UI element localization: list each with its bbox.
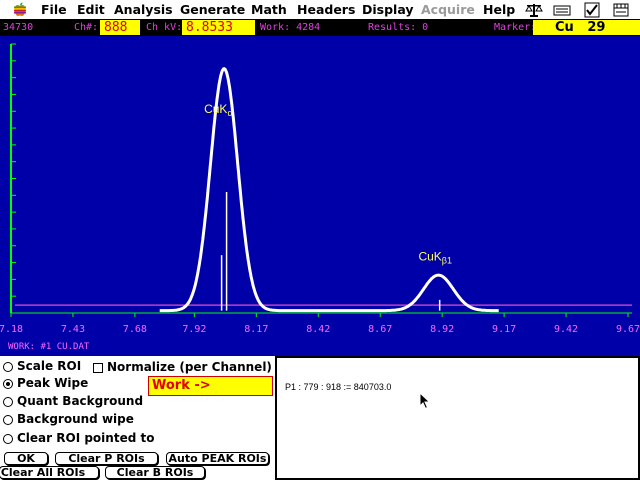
radio-label: Clear ROI pointed to	[17, 431, 155, 445]
results-panel[interactable]: P1 : 779 : 918 := 840703.0	[276, 357, 639, 479]
x-tick-label: 7.68	[123, 324, 147, 335]
clear-p-rois-button[interactable]: Clear P ROIs	[55, 452, 158, 465]
radio-circle[interactable]	[3, 434, 13, 444]
x-tick-label: 9.67	[616, 324, 640, 335]
peak-label: CuKα	[204, 102, 233, 118]
radio-label: Peak Wipe	[17, 376, 89, 390]
radio-peak-wipe[interactable]: Peak Wipe	[3, 376, 88, 390]
channel-value: 888	[100, 20, 140, 35]
x-tick-label: 7.43	[61, 324, 85, 335]
spectrum-chart[interactable]: 7.18 7.43 7.68 7.92 8.17 8.42 8.67 8.92 9.17 9.42…	[0, 36, 640, 356]
menu-math[interactable]: Math	[251, 2, 287, 18]
x-tick-label: 8.92	[430, 324, 454, 335]
x-tick-label: 9.42	[554, 324, 578, 335]
results-readout: Results: 0	[368, 22, 429, 33]
apple-icon[interactable]	[11, 1, 29, 19]
x-tick-label: 7.92	[182, 324, 206, 335]
menu-display[interactable]: Display	[362, 2, 414, 18]
normalize-checkbox[interactable]: Normalize (per Channel)	[93, 360, 272, 374]
keyboard-icon[interactable]	[553, 2, 571, 18]
clear-all-rois-button[interactable]: Clear All ROIs	[0, 466, 99, 479]
peak-label: CuKβ1	[418, 249, 452, 265]
clear-b-rois-button[interactable]: Clear B ROIs	[105, 466, 205, 479]
mouse-pointer-icon	[419, 392, 431, 410]
radio-clear-roi[interactable]: Clear ROI pointed to	[3, 431, 154, 445]
radio-circle[interactable]	[3, 362, 13, 372]
roi-controls: Scale ROI Peak Wipe Quant Background Bac…	[0, 356, 275, 480]
checkbox-icon[interactable]	[583, 2, 601, 18]
x-tick-label: 9.17	[492, 324, 516, 335]
kv-value: 8.8533	[182, 20, 255, 35]
work-target-field[interactable]: Work ->	[148, 376, 273, 396]
channel-label: Ch#:	[74, 22, 99, 33]
radio-scale-roi[interactable]: Scale ROI	[3, 359, 81, 373]
radio-label: Background wipe	[17, 412, 134, 426]
radio-circle-selected[interactable]	[3, 379, 13, 389]
menu-acquire: Acquire	[421, 2, 475, 17]
ok-button[interactable]: OK	[4, 452, 48, 465]
marker-element: Cu	[555, 20, 574, 35]
checkbox-box[interactable]	[93, 363, 103, 373]
radio-circle[interactable]	[3, 397, 13, 407]
menu-bar: File Edit Analysis Generate Math Headers…	[0, 0, 640, 20]
radio-label: Quant Background	[17, 394, 144, 408]
file-label: WORK: #1 CU.DAT	[8, 342, 90, 352]
menu-analysis[interactable]: Analysis	[114, 2, 173, 18]
checkbox-label: Normalize (per Channel)	[107, 360, 272, 374]
marker-number: 29	[587, 20, 606, 35]
spectrum-plot[interactable]: 7.18 7.43 7.68 7.92 8.17 8.42 8.67 8.92 9.17 9.42…	[0, 36, 640, 356]
kv-label: Ch kV:	[146, 22, 183, 33]
x-tick-label: 7.18	[0, 324, 23, 335]
radio-quant-background[interactable]: Quant Background	[3, 394, 143, 408]
status-bar: 34730 Ch#: 888 Ch kV: 8.8533 Work: 4284 …	[0, 20, 640, 36]
radio-label: Scale ROI	[17, 359, 82, 373]
radio-circle[interactable]	[3, 415, 13, 425]
menu-help[interactable]: Help	[483, 2, 515, 18]
marker-label: Marker:	[494, 22, 537, 33]
balance-icon[interactable]	[525, 2, 543, 18]
result-line: P1 : 779 : 918 := 840703.0	[285, 382, 392, 392]
menu-file[interactable]: File	[41, 2, 67, 18]
work-readout: Work: 4284	[260, 22, 321, 33]
menu-edit[interactable]: Edit	[77, 2, 105, 18]
menu-generate[interactable]: Generate	[180, 2, 245, 18]
menu-headers[interactable]: Headers	[297, 2, 355, 18]
x-tick-label: 8.17	[244, 324, 268, 335]
x-tick-label: 8.67	[368, 324, 392, 335]
counts-readout: 34730	[3, 22, 34, 33]
radio-background-wipe[interactable]: Background wipe	[3, 412, 134, 426]
ruler-icon[interactable]	[612, 2, 630, 18]
auto-peak-rois-button[interactable]: Auto PEAK ROIs	[166, 452, 269, 465]
x-tick-label: 8.42	[306, 324, 330, 335]
marker-box[interactable]: Cu 29	[533, 20, 640, 35]
